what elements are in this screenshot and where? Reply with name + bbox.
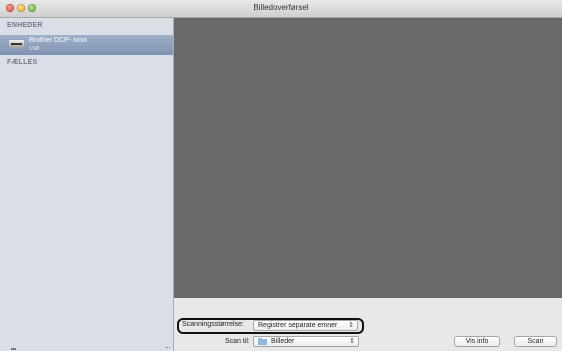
popup-arrows-icon: ⇕	[349, 338, 355, 345]
scan-preview-area[interactable]	[174, 18, 562, 298]
sidebar: ENHEDER Brother DCP- xxxx USB FÆLLES	[0, 18, 174, 351]
popup-arrows-icon: ⇕	[348, 322, 354, 329]
sidebar-footer	[0, 346, 173, 351]
scanner-icon	[9, 40, 24, 48]
title-bar: Billedoverførsel	[0, 0, 562, 18]
device-connection: USB	[29, 46, 40, 52]
scan-size-popup[interactable]: Registrer separate emner ⇕	[253, 320, 358, 331]
folder-icon	[258, 338, 267, 345]
device-name: Brother DCP- xxxx	[29, 37, 87, 44]
shared-section-header: FÆLLES	[7, 59, 38, 66]
image-capture-window: Billedoverførsel ENHEDER Brother DCP- xx…	[0, 0, 562, 351]
vis-info-button[interactable]: Vis info	[454, 336, 500, 347]
window-title: Billedoverførsel	[253, 3, 309, 12]
sidebar-item-brother-scanner[interactable]: Brother DCP- xxxx USB	[0, 35, 173, 55]
devices-section-header: ENHEDER	[7, 22, 43, 29]
scan-size-label: Scanningsstørrelse:	[182, 321, 244, 328]
resize-handle-icon[interactable]	[166, 347, 170, 350]
scan-controls: Scanningsstørrelse: Registrer separate e…	[174, 298, 562, 351]
scan-to-value: Billeder	[271, 338, 295, 345]
scan-button[interactable]: Scan	[514, 336, 557, 347]
scan-to-label: Scan til:	[225, 338, 250, 345]
scan-size-value: Registrer separate emner	[258, 322, 338, 329]
scan-to-popup[interactable]: Billeder ⇕	[253, 336, 359, 347]
sidebar-footer-icon[interactable]	[11, 348, 16, 350]
